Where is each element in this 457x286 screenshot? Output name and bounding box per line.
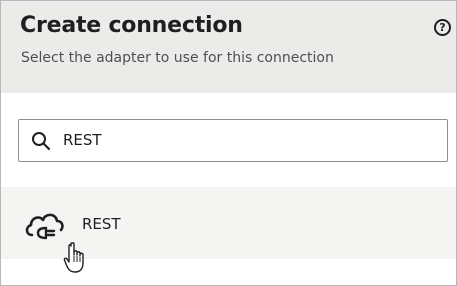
cloud-plug-icon [25,213,64,240]
adapter-search-box[interactable] [18,119,448,162]
dialog-title: Create connection [20,13,243,38]
pointer-hand-icon [63,242,84,273]
search-icon [32,132,51,151]
adapter-result-label: REST [82,215,121,233]
adapter-search-input[interactable] [63,128,433,152]
dialog-header: Create connection ? Select the adapter t… [1,1,456,93]
create-connection-dialog: Create connection ? Select the adapter t… [0,0,457,286]
dialog-subtitle: Select the adapter to use for this conne… [21,50,334,66]
help-icon[interactable]: ? [434,19,451,36]
